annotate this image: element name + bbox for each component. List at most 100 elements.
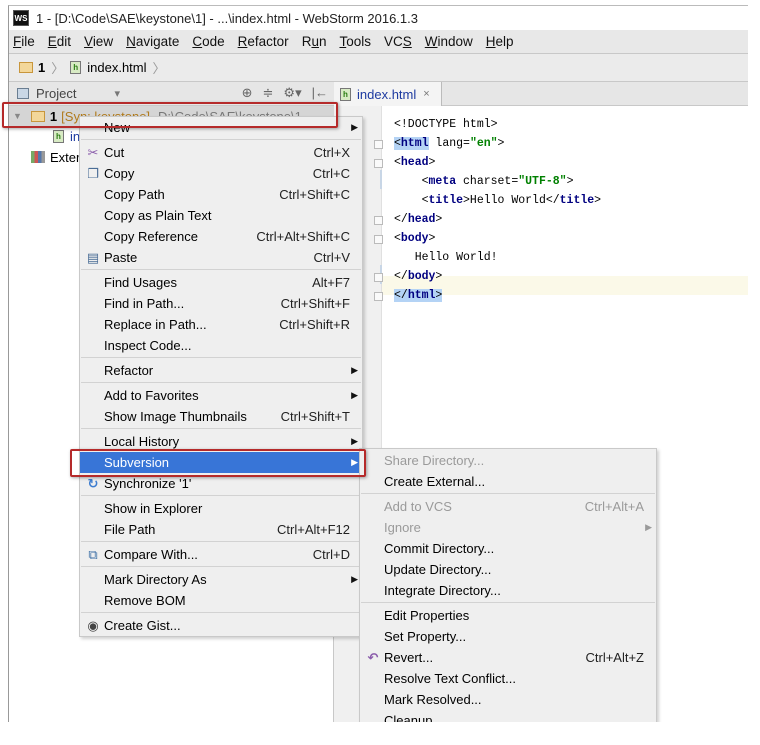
menu-item-find-usages[interactable]: Find Usages Alt+F7 bbox=[80, 272, 362, 293]
scroll-from-source-icon[interactable]: ⊕ bbox=[242, 85, 253, 101]
breadcrumb-project[interactable]: 1 bbox=[38, 60, 45, 75]
code-line: </body> bbox=[394, 270, 443, 283]
menu-item-edit-properties[interactable]: Edit Properties bbox=[360, 605, 656, 626]
menu-item-cut[interactable]: ✂ Cut Ctrl+X bbox=[80, 142, 362, 163]
navigation-bar: 1 〉 h index.html 〉 bbox=[9, 54, 748, 82]
menu-item-label: Add to Favorites bbox=[104, 388, 199, 403]
close-tab-icon[interactable]: × bbox=[423, 88, 429, 100]
menu-item-create-external[interactable]: Create External... bbox=[360, 471, 656, 492]
menu-item-mark-resolved[interactable]: Mark Resolved... bbox=[360, 689, 656, 710]
menu-item-copy-path[interactable]: Copy Path Ctrl+Shift+C bbox=[80, 184, 362, 205]
menu-separator bbox=[81, 495, 361, 496]
menu-item-add-to-vcs[interactable]: Add to VCS Ctrl+Alt+A bbox=[360, 496, 656, 517]
menu-item-integrate-directory[interactable]: Integrate Directory... bbox=[360, 580, 656, 601]
tab-index-html[interactable]: h index.html × bbox=[334, 82, 442, 106]
menu-item-label: Resolve Text Conflict... bbox=[384, 671, 516, 686]
menu-item-remove-bom[interactable]: Remove BOM bbox=[80, 590, 362, 611]
menu-item-compare-with[interactable]: ⧉ Compare With... Ctrl+D bbox=[80, 544, 362, 565]
menu-item[interactable]: Navigate bbox=[126, 34, 179, 49]
project-view-dropdown[interactable]: ▾ bbox=[114, 87, 120, 100]
fold-marker-icon[interactable] bbox=[374, 235, 383, 244]
menu-item[interactable]: File bbox=[13, 34, 35, 49]
menu-item-create-gist[interactable]: ◉ Create Gist... bbox=[80, 615, 362, 636]
title-bar: WS 1 - [D:\Code\SAE\keystone\1] - ...\in… bbox=[9, 6, 748, 30]
menu-item[interactable]: Help bbox=[486, 34, 514, 49]
menu-item-copy[interactable]: ❐ Copy Ctrl+C bbox=[80, 163, 362, 184]
project-icon bbox=[17, 88, 29, 99]
scissors-icon: ✂ bbox=[87, 144, 99, 160]
shortcut-label: Alt+F7 bbox=[312, 275, 350, 290]
menu-item-label: Paste bbox=[104, 250, 138, 265]
menu-item-copy-reference[interactable]: Copy Reference Ctrl+Alt+Shift+C bbox=[80, 226, 362, 247]
fold-marker-icon[interactable] bbox=[374, 292, 383, 301]
breadcrumb-file[interactable]: index.html bbox=[87, 60, 146, 75]
editor-tab-bar: h index.html × bbox=[334, 82, 748, 106]
window-title: 1 - [D:\Code\SAE\keystone\1] - ...\index… bbox=[36, 10, 418, 26]
menu-item[interactable]: Refactor bbox=[238, 34, 289, 49]
menu-item-inspect-code[interactable]: Inspect Code... bbox=[80, 335, 362, 356]
code-line: </head> bbox=[394, 213, 443, 226]
shortcut-label: Ctrl+X bbox=[313, 145, 350, 160]
menu-item-show-in-explorer[interactable]: Show in Explorer bbox=[80, 498, 362, 519]
menu-item-find-in-path[interactable]: Find in Path... Ctrl+Shift+F bbox=[80, 293, 362, 314]
menu-item-set-property[interactable]: Set Property... bbox=[360, 626, 656, 647]
menu-item-label: Copy bbox=[104, 166, 135, 181]
settings-gear-icon[interactable]: ⚙▾ bbox=[283, 85, 301, 101]
context-menu: New ▶ ✂ Cut Ctrl+X ❐ Copy Ctrl+C Copy Path Ctrl+S… bbox=[79, 116, 363, 637]
menu-item-update-directory[interactable]: Update Directory... bbox=[360, 559, 656, 580]
fold-marker-icon[interactable] bbox=[374, 273, 383, 282]
menu-separator bbox=[81, 269, 361, 270]
menu-item-label: Copy as Plain Text bbox=[104, 208, 212, 223]
fold-marker-icon[interactable] bbox=[374, 159, 383, 168]
menu-item-label: Replace in Path... bbox=[104, 317, 207, 332]
compare-icon: ⧉ bbox=[88, 546, 98, 562]
menu-item[interactable]: Window bbox=[425, 34, 473, 49]
menu-item-mark-directory-as[interactable]: Mark Directory As ▶ bbox=[80, 569, 362, 590]
fold-marker-icon[interactable] bbox=[374, 216, 383, 225]
menu-item-label: File Path bbox=[104, 522, 156, 537]
paste-icon: ▤ bbox=[86, 249, 100, 265]
menu-separator bbox=[361, 602, 655, 603]
menu-separator bbox=[81, 382, 361, 383]
menu-item-refactor[interactable]: Refactor ▶ bbox=[80, 360, 362, 381]
shortcut-label: Ctrl+Alt+A bbox=[584, 499, 644, 514]
menu-item[interactable]: Code bbox=[192, 34, 224, 49]
menu-item-commit-directory[interactable]: Commit Directory... bbox=[360, 538, 656, 559]
menu-item-paste[interactable]: ▤ Paste Ctrl+V bbox=[80, 247, 362, 268]
menu-item[interactable]: View bbox=[84, 34, 113, 49]
menu-item-add-to-favorites[interactable]: Add to Favorites ▶ bbox=[80, 385, 362, 406]
code-line: Hello World! bbox=[394, 251, 498, 264]
project-panel-title[interactable]: Project bbox=[36, 86, 76, 101]
menu-item-ignore[interactable]: Ignore ▶ bbox=[360, 517, 656, 538]
menu-item[interactable]: Run bbox=[302, 34, 327, 49]
menu-item-copy-as-plain-text[interactable]: Copy as Plain Text bbox=[80, 205, 362, 226]
hide-panel-icon[interactable]: |← bbox=[312, 85, 328, 101]
code-line: <head> bbox=[394, 156, 436, 169]
collapse-all-icon[interactable]: ≑ bbox=[263, 85, 274, 101]
menu-item-label: Revert... bbox=[384, 650, 434, 665]
menu-item-replace-in-path[interactable]: Replace in Path... Ctrl+Shift+R bbox=[80, 314, 362, 335]
github-icon: ◉ bbox=[87, 617, 99, 633]
menu-item-resolve-text-conflict[interactable]: Resolve Text Conflict... bbox=[360, 668, 656, 689]
menu-item-show-image-thumbnails[interactable]: Show Image Thumbnails Ctrl+Shift+T bbox=[80, 406, 362, 427]
submenu-arrow-icon: ▶ bbox=[351, 390, 358, 400]
revert-icon: ↶ bbox=[367, 649, 379, 665]
sync-icon: ↻ bbox=[87, 475, 99, 491]
menu-item-label: Cut bbox=[104, 145, 125, 160]
menu-item[interactable]: Edit bbox=[48, 34, 71, 49]
menu-item-file-path[interactable]: File Path Ctrl+Alt+F12 bbox=[80, 519, 362, 540]
menu-item-label: Create Gist... bbox=[104, 618, 181, 633]
menu-item-label: Copy Path bbox=[104, 187, 165, 202]
code-line: <title>Hello World</title> bbox=[394, 194, 602, 207]
code-line: <html lang="en"> bbox=[394, 137, 505, 150]
fold-marker-icon[interactable] bbox=[374, 140, 383, 149]
menu-item-share-directory[interactable]: Share Directory... bbox=[360, 450, 656, 471]
menu-item[interactable]: Tools bbox=[339, 34, 371, 49]
menu-item[interactable]: VCS bbox=[384, 34, 412, 49]
shortcut-label: Ctrl+Alt+F12 bbox=[277, 522, 350, 537]
menu-item-revert[interactable]: ↶ Revert... Ctrl+Alt+Z bbox=[360, 647, 656, 668]
menu-item-label: Remove BOM bbox=[104, 593, 186, 608]
code-line: <!DOCTYPE html> bbox=[394, 118, 498, 131]
menu-item-label: Synchronize '1' bbox=[104, 476, 192, 491]
shortcut-label: Ctrl+Shift+T bbox=[280, 409, 350, 424]
